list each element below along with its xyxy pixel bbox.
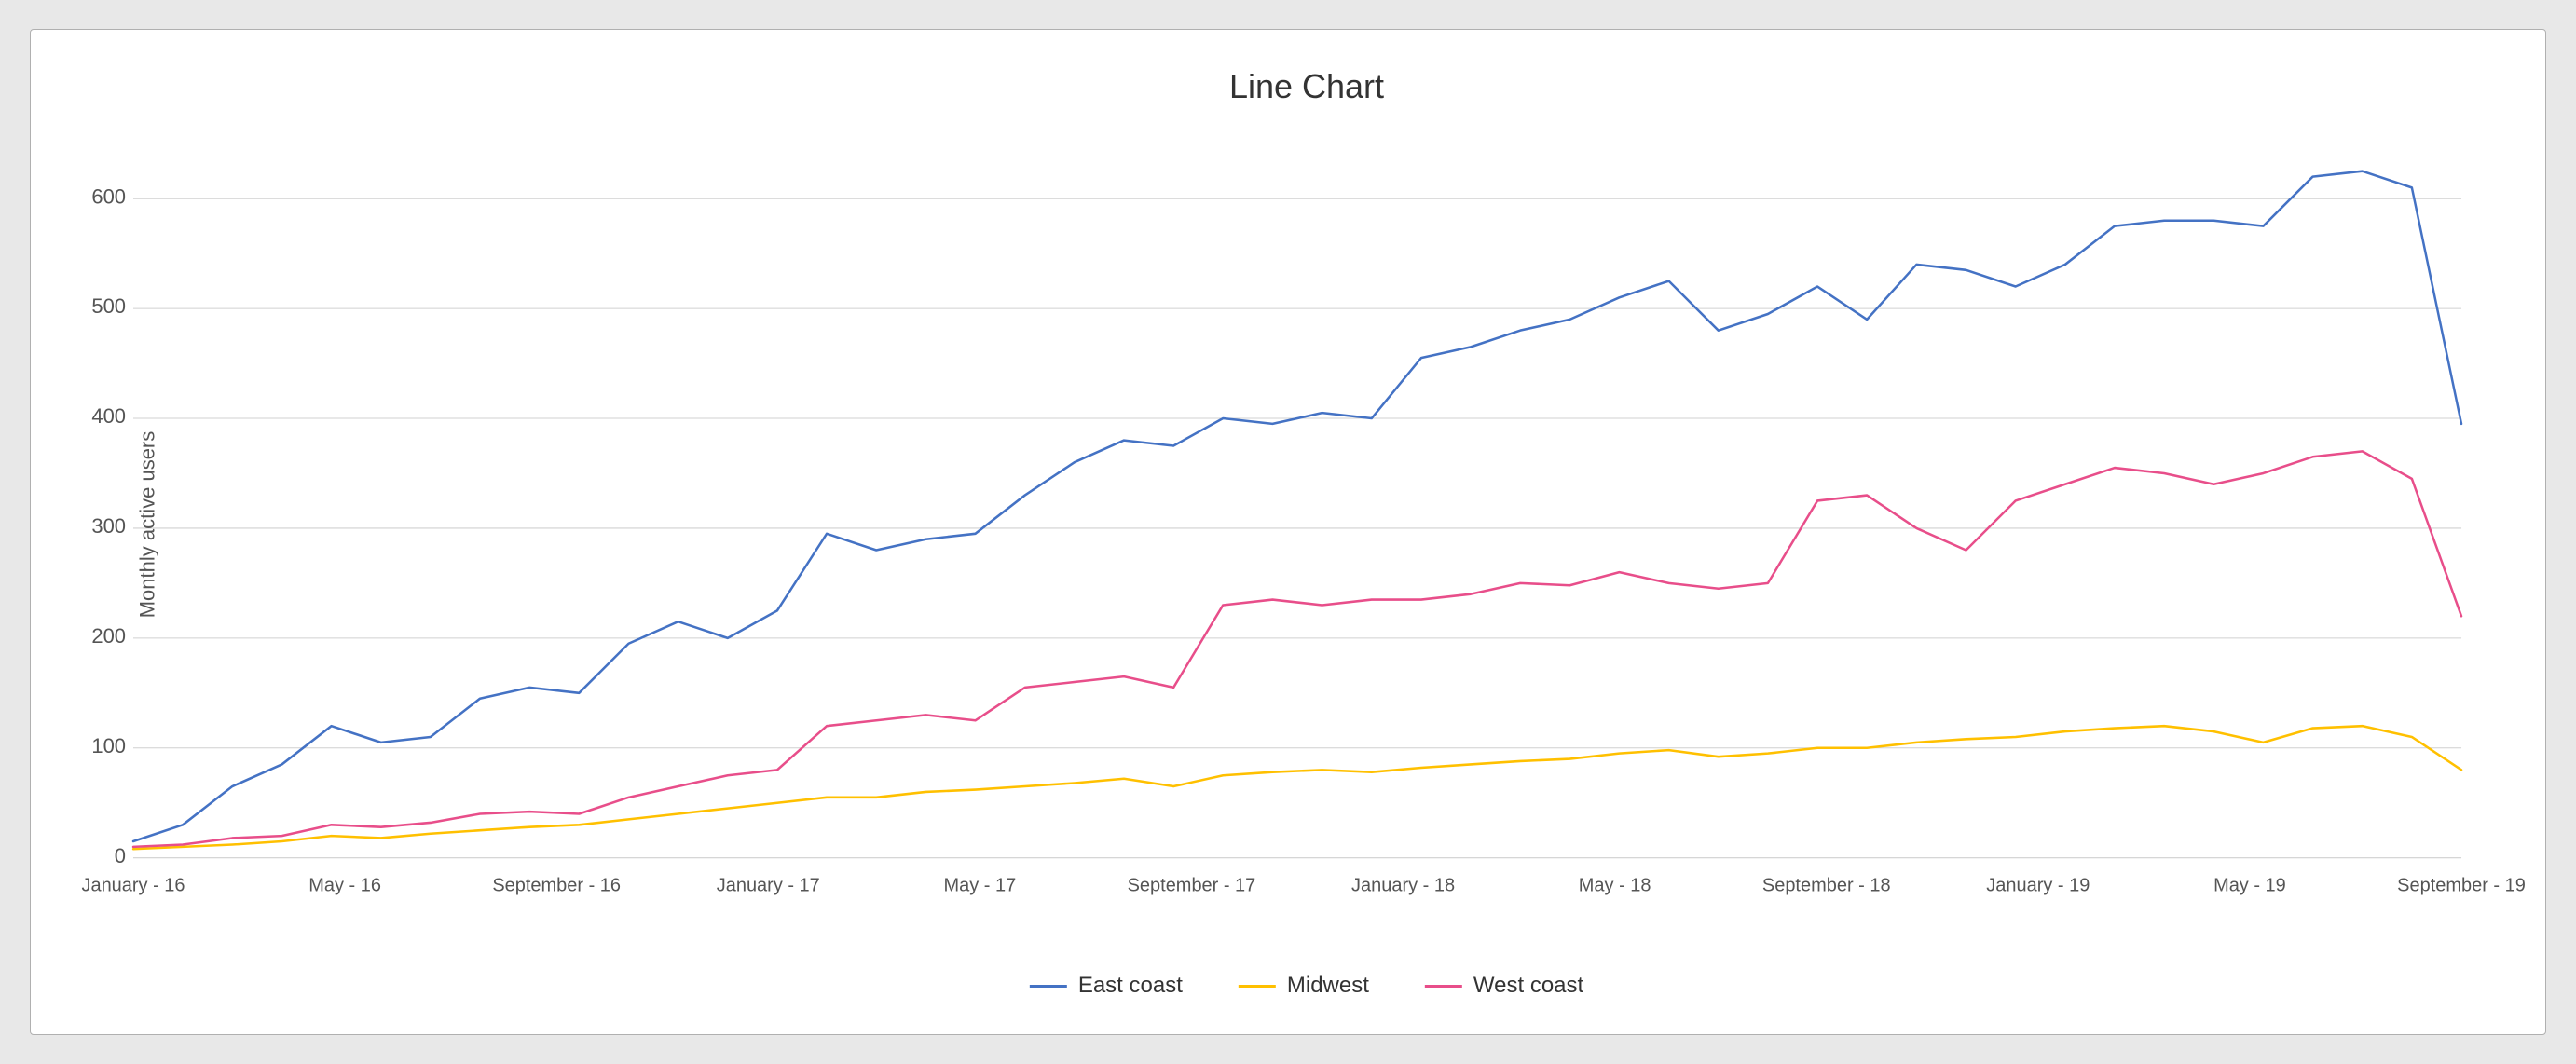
legend-item: West coast [1425, 973, 1583, 999]
legend: East coast Midwest West coast [1030, 973, 1583, 999]
legend-color-swatch [1425, 985, 1462, 988]
svg-text:September - 16: September - 16 [492, 875, 621, 895]
svg-text:January - 18: January - 18 [1351, 875, 1455, 895]
svg-text:May - 17: May - 17 [944, 875, 1017, 895]
svg-text:100: 100 [91, 734, 126, 757]
legend-label: West coast [1473, 973, 1583, 999]
svg-text:January - 17: January - 17 [717, 875, 820, 895]
chart-container: Line Chart Monthly active users 01002003… [30, 29, 2546, 1035]
svg-text:January - 19: January - 19 [1986, 875, 2090, 895]
svg-text:May - 19: May - 19 [2213, 875, 2286, 895]
legend-color-swatch [1239, 985, 1276, 988]
svg-text:500: 500 [91, 294, 126, 318]
chart-area: Monthly active users 0100200300400500600… [124, 134, 2489, 915]
svg-text:300: 300 [91, 514, 126, 538]
svg-text:0: 0 [115, 844, 126, 867]
svg-text:May - 18: May - 18 [1579, 875, 1651, 895]
legend-label: Midwest [1287, 973, 1369, 999]
chart-title: Line Chart [124, 67, 2489, 106]
svg-text:January - 16: January - 16 [81, 875, 185, 895]
svg-text:September - 18: September - 18 [1762, 875, 1891, 895]
legend-item: East coast [1030, 973, 1183, 999]
chart-svg: 0100200300400500600January - 16May - 16S… [124, 134, 2489, 915]
legend-label: East coast [1078, 973, 1183, 999]
legend-item: Midwest [1239, 973, 1369, 999]
y-axis-label: Monthly active users [135, 431, 159, 619]
legend-color-swatch [1030, 985, 1067, 988]
svg-text:September - 19: September - 19 [2397, 875, 2526, 895]
svg-text:400: 400 [91, 404, 126, 428]
svg-text:May - 16: May - 16 [308, 875, 381, 895]
svg-text:200: 200 [91, 624, 126, 648]
svg-text:600: 600 [91, 184, 126, 208]
svg-text:September - 17: September - 17 [1128, 875, 1256, 895]
